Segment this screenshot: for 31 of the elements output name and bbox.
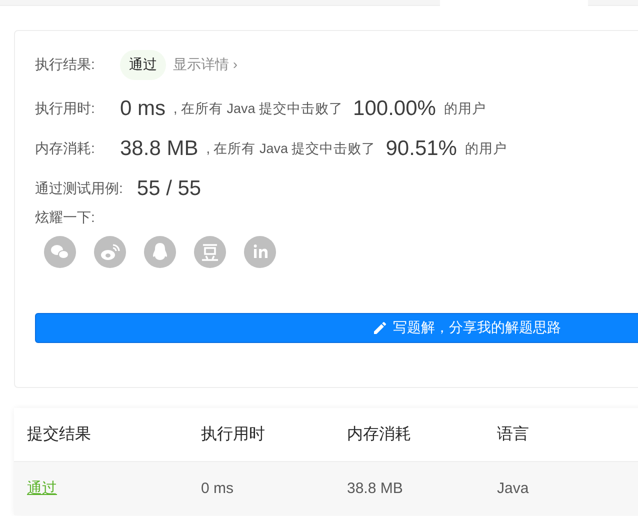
write-solution-button[interactable]: 写题解，分享我的解题思路	[35, 313, 638, 343]
stat-label: 执行用时:	[35, 100, 96, 118]
status-badge: 通过	[120, 50, 166, 80]
result-label: 执行结果:	[35, 56, 96, 74]
pencil-icon	[373, 321, 387, 335]
in-icon[interactable]	[244, 236, 276, 268]
chat-bubbles-icon[interactable]	[44, 236, 76, 268]
stat-text: , 在所有 Java 提交中击败了	[206, 140, 376, 158]
table-cell-text: 0 ms	[200, 480, 235, 497]
bean-icon[interactable]	[194, 236, 226, 268]
tests-label: 通过测试用例:	[35, 180, 123, 198]
penguin-icon[interactable]	[144, 236, 176, 268]
stat-value: 0 ms	[120, 97, 166, 121]
details-link[interactable]: 显示详情 ›	[173, 56, 238, 74]
stat-percent: 90.51%	[386, 137, 457, 161]
stat-suffix: 的用户	[444, 100, 486, 118]
stat-label: 内存消耗:	[35, 140, 96, 158]
column-header: 语言	[496, 424, 530, 445]
stat-percent: 100.00%	[353, 97, 436, 121]
table-cell-text: 38.8 MB	[346, 480, 404, 497]
column-header: 执行用时	[200, 424, 266, 445]
stat-text: , 在所有 Java 提交中击败了	[174, 100, 344, 118]
column-header: 提交结果	[26, 424, 92, 445]
table-cell-text: Java	[496, 480, 530, 497]
share-label: 炫耀一下:	[35, 209, 96, 227]
tests-value: 55 / 55	[136, 177, 202, 201]
column-header: 内存消耗	[346, 424, 412, 445]
stat-value: 38.8 MB	[120, 137, 198, 161]
status-link[interactable]: 通过	[27, 480, 57, 497]
eye-swirl-icon[interactable]	[94, 236, 126, 268]
stat-suffix: 的用户	[464, 140, 507, 158]
